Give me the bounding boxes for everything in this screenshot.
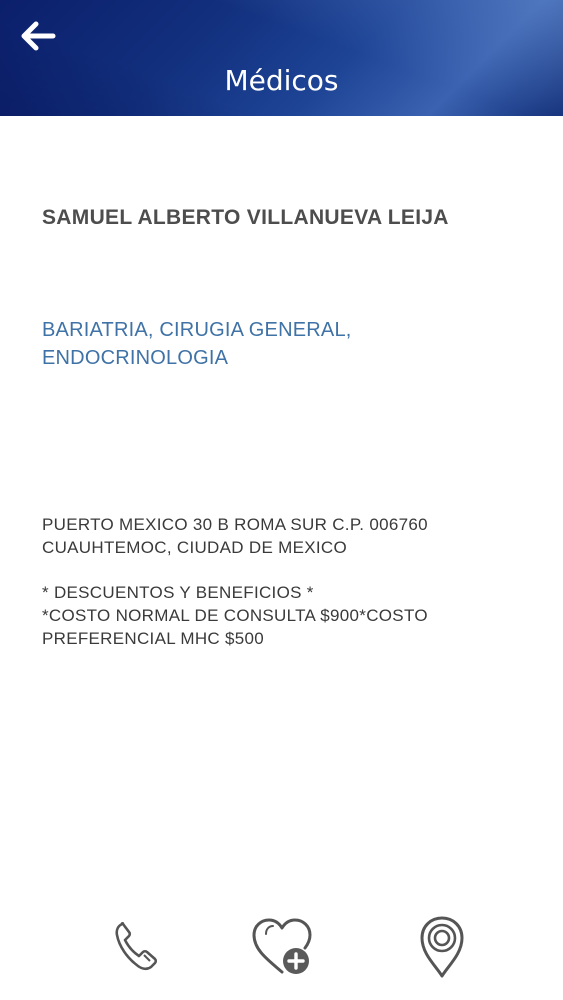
phone-icon bbox=[115, 921, 158, 971]
specialties-text: BARIATRIA, CIRUGIA GENERAL, ENDOCRINOLOG… bbox=[42, 319, 352, 369]
doctor-specialties: BARIATRIA, CIRUGIA GENERAL, ENDOCRINOLOG… bbox=[42, 316, 522, 372]
add-favorite-button[interactable] bbox=[246, 910, 318, 982]
page-title: Médicos bbox=[224, 64, 339, 97]
back-button[interactable] bbox=[20, 20, 60, 52]
location-button[interactable] bbox=[406, 910, 478, 982]
doctor-benefits: * DESCUENTOS Y BENEFICIOS * *COSTO NORMA… bbox=[42, 583, 428, 648]
heart-plus-icon bbox=[252, 918, 312, 974]
call-button[interactable] bbox=[100, 910, 172, 982]
doctor-name: SAMUEL ALBERTO VILLANUEVA LEIJA bbox=[42, 206, 449, 229]
action-bar bbox=[0, 900, 563, 990]
doctor-address: PUERTO MEXICO 30 B ROMA SUR C.P. 006760 … bbox=[42, 515, 428, 557]
header-bar: Médicos bbox=[0, 0, 563, 116]
back-arrow-icon bbox=[21, 21, 56, 51]
map-pin-icon bbox=[420, 916, 464, 978]
doctor-detail-screen: Médicos SAMUEL ALBERTO VILLANUEVA LEIJA … bbox=[0, 0, 563, 1000]
